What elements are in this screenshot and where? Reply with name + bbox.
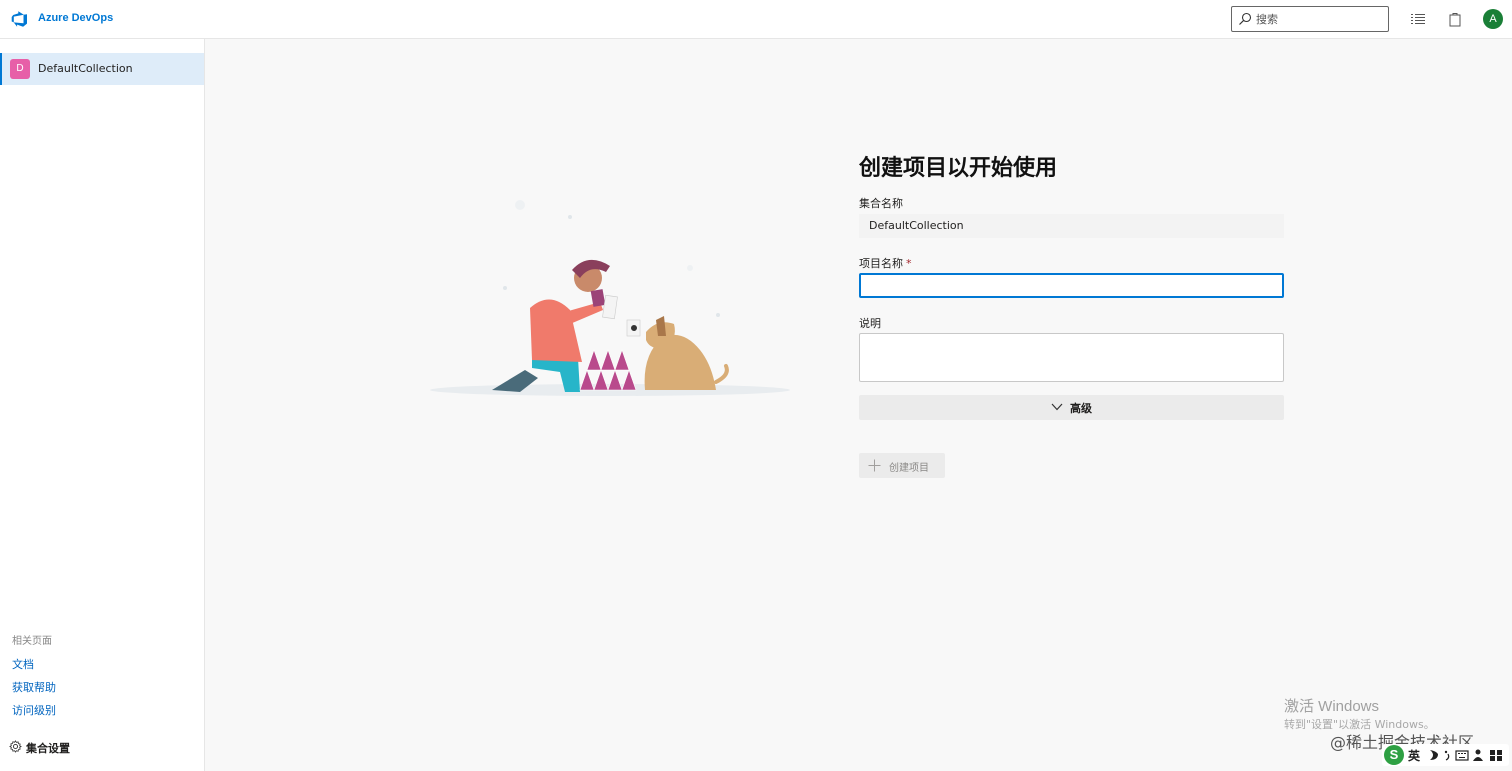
- top-header: Azure DevOps A: [0, 0, 1512, 39]
- plus-icon: [868, 459, 881, 472]
- ime-tool-icons[interactable]: [1426, 748, 1508, 762]
- sidebar-item-defaultcollection[interactable]: D DefaultCollection: [0, 53, 204, 85]
- project-name-label: 项目名称 *: [859, 255, 912, 271]
- docs-link[interactable]: 文档: [12, 656, 34, 672]
- advanced-toggle-button[interactable]: 高级: [859, 395, 1284, 420]
- task-list-icon[interactable]: [1410, 11, 1426, 27]
- required-marker: *: [906, 257, 912, 270]
- project-name-input[interactable]: [859, 273, 1284, 298]
- search-input[interactable]: [1256, 9, 1384, 29]
- ime-toolbar[interactable]: S 英: [1382, 744, 1509, 766]
- ime-logo-icon[interactable]: S: [1384, 745, 1404, 765]
- description-input[interactable]: [859, 333, 1284, 382]
- brand-name[interactable]: Azure DevOps: [38, 12, 113, 24]
- collection-name: DefaultCollection: [38, 62, 133, 75]
- search-icon: [1239, 12, 1252, 25]
- search-box[interactable]: [1231, 6, 1389, 32]
- collection-name-field: DefaultCollection: [859, 214, 1284, 238]
- shopping-bag-icon[interactable]: [1447, 11, 1463, 27]
- description-label: 说明: [859, 317, 881, 330]
- collection-name-label: 集合名称: [859, 197, 903, 210]
- house-of-cards-illustration: [430, 200, 790, 396]
- ime-language-toggle[interactable]: 英: [1408, 747, 1420, 764]
- user-avatar[interactable]: A: [1483, 9, 1503, 29]
- get-help-link[interactable]: 获取帮助: [12, 679, 56, 695]
- create-project-button[interactable]: 创建项目: [859, 453, 945, 478]
- sidebar: D DefaultCollection 相关页面 文档 获取帮助 访问级别 集合…: [0, 39, 205, 771]
- advanced-label: 高级: [1070, 402, 1092, 415]
- project-name-label-text: 项目名称: [859, 257, 903, 270]
- collection-settings-label: 集合设置: [26, 742, 70, 755]
- chevron-down-icon: [1051, 403, 1063, 411]
- azure-devops-logo-icon[interactable]: [10, 10, 28, 28]
- related-pages-heading: 相关页面: [12, 636, 52, 647]
- create-project-label: 创建项目: [889, 463, 929, 474]
- collection-badge: D: [10, 59, 30, 79]
- activate-windows-title: 激活 Windows: [1284, 698, 1380, 715]
- access-levels-link[interactable]: 访问级别: [12, 702, 56, 718]
- page-title: 创建项目以开始使用: [859, 156, 1058, 181]
- gear-icon: [9, 740, 22, 753]
